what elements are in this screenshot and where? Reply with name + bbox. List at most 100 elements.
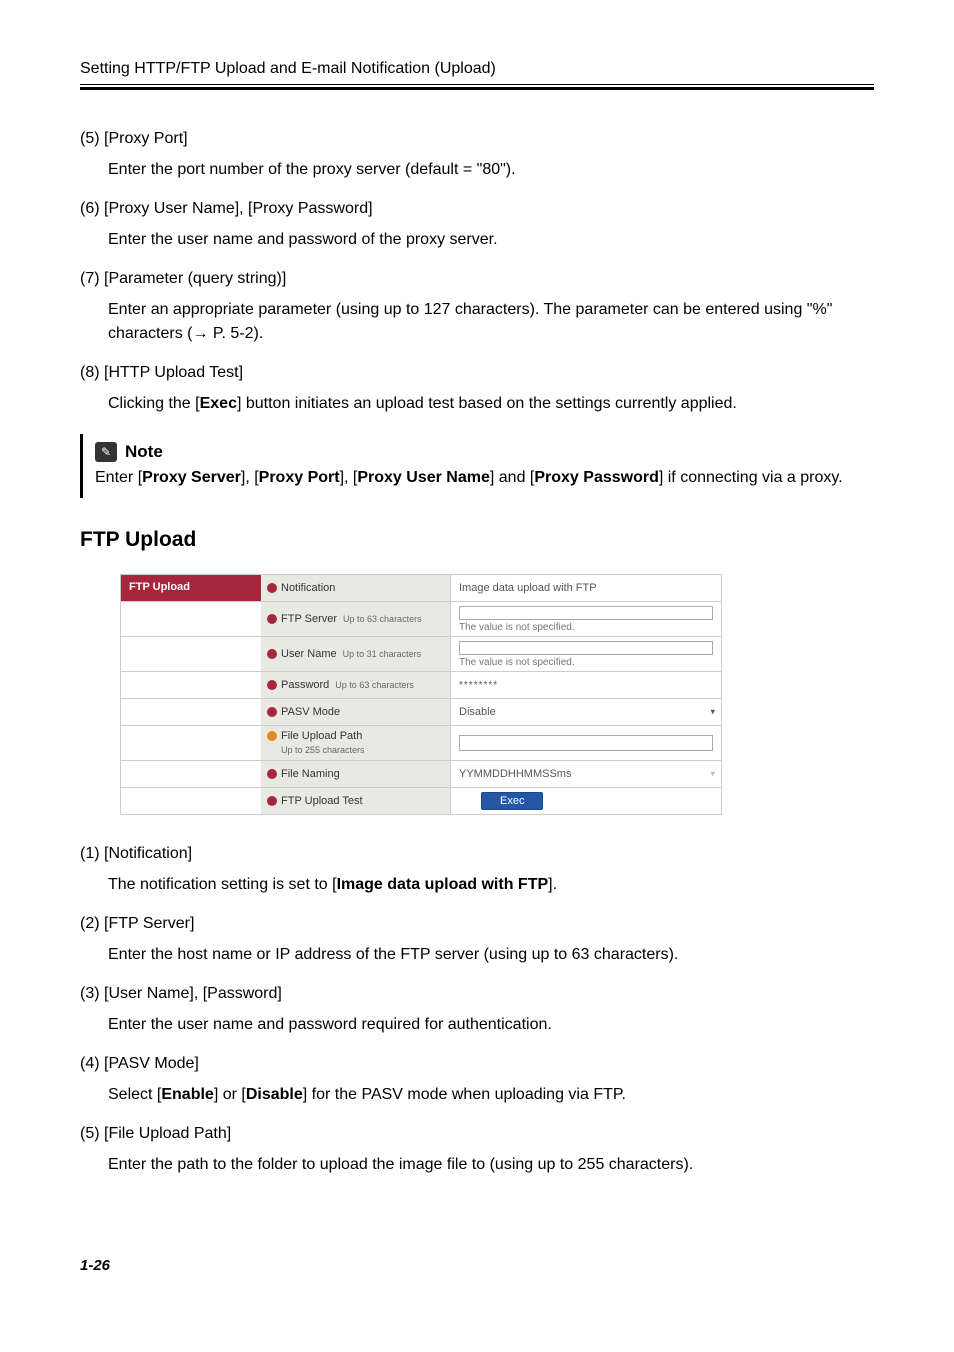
text-fragment: Select [ bbox=[108, 1086, 161, 1103]
ftp-label-cell: FTP Server Up to 63 characters bbox=[261, 602, 451, 636]
ftp-row-upload-test: FTP Upload Test Exec bbox=[121, 788, 721, 814]
item-number: (8) bbox=[80, 364, 100, 381]
ftp-label-cell: Password Up to 63 characters bbox=[261, 672, 451, 698]
item-body: Clicking the [Exec] button initiates an … bbox=[108, 392, 874, 416]
item-number: (5) bbox=[80, 130, 100, 147]
item-body: Enter an appropriate parameter (using up… bbox=[108, 298, 874, 346]
item-title: [File Upload Path] bbox=[104, 1125, 231, 1142]
text-fragment: ]. bbox=[548, 876, 557, 893]
ftp-label: Notification bbox=[281, 582, 335, 594]
select-value: YYMMDDHHMMSSms bbox=[459, 768, 571, 780]
bold-fragment: Image data upload with FTP bbox=[337, 876, 549, 893]
bold-fragment: Proxy Port bbox=[259, 469, 340, 486]
ftp-validation-msg: The value is not specified. bbox=[459, 622, 713, 633]
section-title-ftp-upload: FTP Upload bbox=[80, 528, 874, 552]
header-rule-thick bbox=[80, 87, 874, 90]
ftp-row-password: Password Up to 63 characters ******** bbox=[121, 672, 721, 699]
chevron-down-icon: ▾ bbox=[710, 768, 715, 779]
ftp-label-cell: File Naming bbox=[261, 761, 451, 787]
item-number: (2) bbox=[80, 915, 100, 932]
ftp-server-input[interactable] bbox=[459, 606, 713, 620]
ftp-label: File Naming bbox=[281, 768, 340, 780]
bold-fragment: Enable bbox=[161, 1086, 213, 1103]
item-heading: (5) [Proxy Port] bbox=[80, 130, 874, 148]
item-title: [User Name], [Password] bbox=[104, 985, 282, 1002]
text-fragment: ] and [ bbox=[490, 469, 534, 486]
item-heading: (7) [Parameter (query string)] bbox=[80, 270, 874, 288]
ftp-row-notification: FTP Upload Notification Image data uploa… bbox=[121, 575, 721, 602]
ftp-left-blank bbox=[121, 788, 261, 814]
ftp-left-blank bbox=[121, 637, 261, 671]
item-proxy-port: (5) [Proxy Port] Enter the port number o… bbox=[80, 130, 874, 182]
text-fragment: ], [ bbox=[241, 469, 259, 486]
page-number: 1-26 bbox=[80, 1257, 874, 1274]
ftp-label: PASV Mode bbox=[281, 706, 340, 718]
item-number: (1) bbox=[80, 845, 100, 862]
status-dot-icon bbox=[267, 583, 277, 593]
item-heading: (5) [File Upload Path] bbox=[80, 1125, 874, 1143]
item-http-upload-test: (8) [HTTP Upload Test] Clicking the [Exe… bbox=[80, 364, 874, 416]
ftp-panel-header: FTP Upload bbox=[121, 575, 261, 601]
note-block: ✎ Note Enter [Proxy Server], [Proxy Port… bbox=[80, 434, 874, 498]
ftp-file-naming-select[interactable]: YYMMDDHHMMSSms ▾ bbox=[451, 761, 721, 787]
ftp-row-file-naming: File Naming YYMMDDHHMMSSms ▾ bbox=[121, 761, 721, 788]
note-body: Enter [Proxy Server], [Proxy Port], [Pro… bbox=[95, 466, 874, 490]
item-title: [HTTP Upload Test] bbox=[104, 364, 243, 381]
status-dot-icon bbox=[267, 769, 277, 779]
ftp-validation-msg: The value is not specified. bbox=[459, 657, 713, 668]
item-number: (3) bbox=[80, 985, 100, 1002]
ftp-upload-path-input[interactable] bbox=[459, 735, 713, 751]
ftp-value-cell: Exec bbox=[451, 788, 721, 814]
item-body: Enter the user name and password of the … bbox=[108, 228, 874, 252]
document-page: Setting HTTP/FTP Upload and E-mail Notif… bbox=[0, 0, 954, 1314]
item-file-upload-path: (5) [File Upload Path] Enter the path to… bbox=[80, 1125, 874, 1177]
note-title-row: ✎ Note bbox=[95, 442, 874, 462]
ftp-left-blank bbox=[121, 726, 261, 760]
ftp-left-blank bbox=[121, 699, 261, 725]
ftp-row-server: FTP Server Up to 63 characters The value… bbox=[121, 602, 721, 637]
bold-fragment: Proxy User Name bbox=[357, 469, 490, 486]
chevron-down-icon: ▾ bbox=[710, 707, 715, 718]
item-body: Enter the path to the folder to upload t… bbox=[108, 1153, 874, 1177]
ftp-value-cell: The value is not specified. bbox=[451, 602, 721, 636]
item-title: [Proxy Port] bbox=[104, 130, 188, 147]
text-fragment: ] if connecting via a proxy. bbox=[659, 469, 843, 486]
ftp-label-cell: PASV Mode bbox=[261, 699, 451, 725]
ftp-pasv-select[interactable]: Disable ▾ bbox=[451, 699, 721, 725]
bold-fragment: Disable bbox=[246, 1086, 303, 1103]
ftp-sublabel: Up to 63 characters bbox=[335, 680, 414, 690]
item-username-password: (3) [User Name], [Password] Enter the us… bbox=[80, 985, 874, 1037]
item-parameter-query: (7) [Parameter (query string)] Enter an … bbox=[80, 270, 874, 346]
ftp-label: File Upload Path bbox=[281, 730, 362, 742]
item-body: Enter the host name or IP address of the… bbox=[108, 943, 874, 967]
ftp-row-pasv: PASV Mode Disable ▾ bbox=[121, 699, 721, 726]
ftp-value-cell bbox=[451, 726, 721, 760]
ftp-left-blank bbox=[121, 602, 261, 636]
item-heading: (4) [PASV Mode] bbox=[80, 1055, 874, 1073]
text-fragment: ] for the PASV mode when uploading via F… bbox=[303, 1086, 626, 1103]
item-heading: (1) [Notification] bbox=[80, 845, 874, 863]
item-title: [PASV Mode] bbox=[104, 1055, 199, 1072]
select-value: Disable bbox=[459, 706, 496, 718]
ftp-left-blank bbox=[121, 672, 261, 698]
item-heading: (2) [FTP Server] bbox=[80, 915, 874, 933]
item-pasv-mode: (4) [PASV Mode] Select [Enable] or [Disa… bbox=[80, 1055, 874, 1107]
ftp-value-cell: Image data upload with FTP bbox=[451, 575, 721, 601]
ftp-label: FTP Upload Test bbox=[281, 795, 363, 807]
text-fragment: The notification setting is set to [ bbox=[108, 876, 337, 893]
ftp-label: FTP Server bbox=[281, 613, 337, 625]
ftp-sublabel: Up to 31 characters bbox=[343, 649, 422, 659]
exec-button[interactable]: Exec bbox=[481, 792, 543, 810]
text-fragment: Clicking the [ bbox=[108, 395, 200, 412]
note-title: Note bbox=[125, 442, 163, 462]
item-notification: (1) [Notification] The notification sett… bbox=[80, 845, 874, 897]
status-dot-icon bbox=[267, 796, 277, 806]
item-heading: (8) [HTTP Upload Test] bbox=[80, 364, 874, 382]
ftp-label: User Name bbox=[281, 648, 337, 660]
ftp-username-input[interactable] bbox=[459, 641, 713, 655]
item-body: The notification setting is set to [Imag… bbox=[108, 873, 874, 897]
ftp-row-upload-path: File Upload Path Up to 255 characters bbox=[121, 726, 721, 761]
status-dot-icon bbox=[267, 680, 277, 690]
ftp-sublabel: Up to 63 characters bbox=[343, 614, 422, 624]
item-body: Select [Enable] or [Disable] for the PAS… bbox=[108, 1083, 874, 1107]
